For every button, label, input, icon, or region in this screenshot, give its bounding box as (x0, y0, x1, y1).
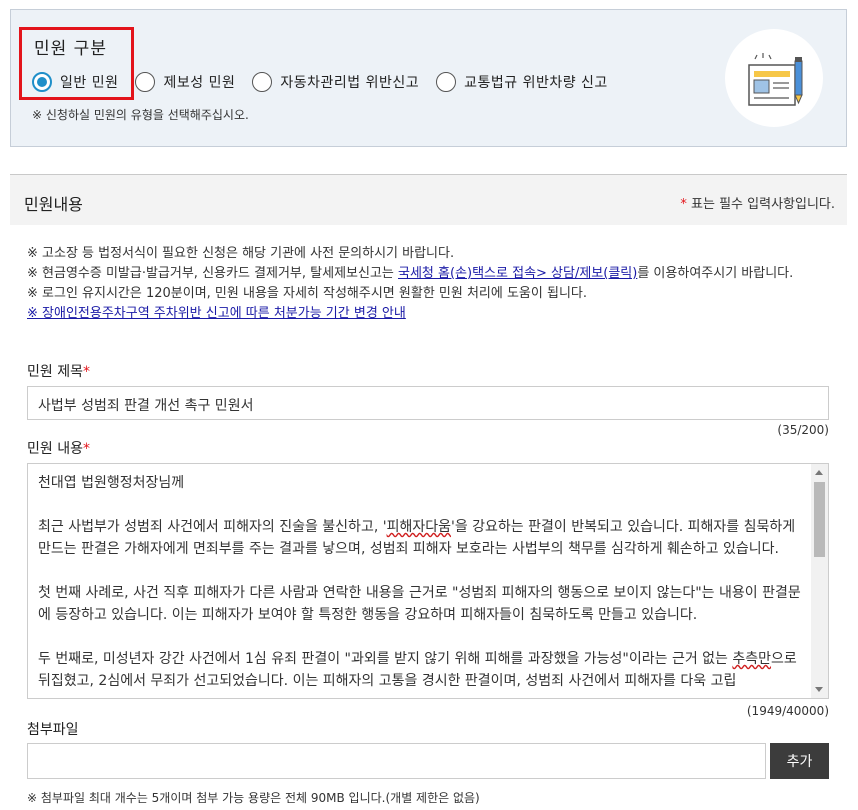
scrollbar-thumb[interactable] (814, 482, 825, 557)
radio-label: 자동차관리법 위반신고 (280, 75, 420, 91)
body-text: 두 번째로, 미성년자 강간 사건에서 1심 유죄 판결이 "과외를 받지 않기… (38, 651, 733, 667)
title-label-text: 민원 제목 (27, 364, 83, 380)
notice-line: ※ 장애인전용주차구역 주차위반 신고에 따른 처분가능 기간 변경 안내 (27, 304, 832, 324)
radio-unchecked-icon[interactable] (252, 72, 273, 92)
scroll-up-icon[interactable] (815, 470, 823, 475)
required-note-text: 표는 필수 입력사항입니다. (686, 197, 835, 212)
scroll-down-icon[interactable] (815, 687, 823, 692)
body-paragraph: 최근 사법부가 성범죄 사건에서 피해자의 진술을 불신하고, '피해자다움'을… (38, 516, 808, 560)
attachment-label: 첨부파일 (27, 722, 79, 738)
complaint-type-radio-group: 일반 민원 제보성 민원 자동차관리법 위반신고 교통법규 위반차량 신고 (32, 72, 625, 92)
radio-unchecked-icon[interactable] (135, 72, 156, 92)
body-paragraph: 두 번째로, 미성년자 강간 사건에서 1심 유죄 판결이 "과외를 받지 않기… (38, 648, 808, 692)
add-attachment-button[interactable]: 추가 (770, 743, 829, 779)
radio-report-complaint[interactable]: 제보성 민원 (135, 72, 235, 92)
notice-line: ※ 현금영수증 미발급·발급거부, 신용카드 결제거부, 탈세제보신고는 국세청… (27, 264, 832, 284)
complaint-body-textarea[interactable]: 천대엽 법원행정처장님께 최근 사법부가 성범죄 사건에서 피해자의 진술을 불… (27, 463, 829, 699)
hometax-link[interactable]: 국세청 홈(손)택스로 접속> 상담/제보(클릭) (398, 266, 637, 281)
spellcheck-word: 추측만 (732, 651, 772, 667)
notice-text: 를 이용하여주시기 바랍니다. (637, 266, 794, 281)
complaint-type-section: 민원 구분 일반 민원 제보성 민원 자동차관리법 위반신고 교통법규 위반차량… (10, 9, 847, 147)
body-field-label: 민원 내용* (27, 438, 90, 458)
notice-line: ※ 로그인 유지시간은 120분이며, 민원 내용을 자세히 작성해주시면 원활… (27, 286, 587, 301)
attachment-hint: ※ 첨부파일 최대 개수는 5개이며 첨부 가능 용량은 전체 90MB 입니다… (27, 791, 480, 805)
radio-label: 일반 민원 (60, 75, 119, 91)
radio-checked-icon[interactable] (32, 72, 52, 92)
notice-line: ※ 고소장 등 법정서식이 필요한 신청은 해당 기관에 사전 문의하시기 바랍… (27, 246, 455, 261)
required-star: * (82, 364, 90, 380)
body-text: 최근 사법부가 성범죄 사건에서 피해자의 진술을 불신하고, ' (38, 519, 387, 535)
textarea-scrollbar[interactable] (811, 464, 828, 698)
radio-label: 교통법규 위반차량 신고 (464, 75, 608, 91)
title-field-label: 민원 제목* (27, 361, 90, 381)
complaint-type-hint: ※ 신청하실 민원의 유형을 선택해주십시오. (32, 108, 249, 122)
radio-label: 제보성 민원 (163, 75, 236, 91)
body-paragraph: 천대엽 법원행정처장님께 (38, 475, 185, 491)
required-note: * 표는 필수 입력사항입니다. (680, 193, 835, 212)
title-char-counter: (35/200) (777, 423, 829, 437)
radio-traffic-violation[interactable]: 교통법규 위반차량 신고 (436, 72, 608, 92)
required-star: * (82, 441, 90, 457)
document-pen-icon (725, 29, 823, 127)
body-label-text: 민원 내용 (27, 441, 83, 457)
attachment-file-input[interactable] (27, 743, 766, 779)
disabled-parking-notice-link[interactable]: ※ 장애인전용주차구역 주차위반 신고에 따른 처분가능 기간 변경 안내 (27, 306, 406, 321)
notice-block: ※ 고소장 등 법정서식이 필요한 신청은 해당 기관에 사전 문의하시기 바랍… (27, 244, 832, 324)
radio-vehicle-act-violation[interactable]: 자동차관리법 위반신고 (252, 72, 419, 92)
body-paragraph: 첫 번째 사례로, 사건 직후 피해자가 다른 사람과 연락한 내용을 근거로 … (38, 585, 801, 623)
complaint-type-title: 민원 구분 (34, 39, 107, 59)
complaint-title-input[interactable]: 사법부 성범죄 판결 개선 촉구 민원서 (27, 386, 829, 420)
body-char-counter: (1949/40000) (746, 704, 829, 718)
notice-text: ※ 현금영수증 미발급·발급거부, 신용카드 결제거부, 탈세제보신고는 (27, 266, 399, 281)
content-section-header: 민원내용 * 표는 필수 입력사항입니다. (10, 174, 847, 225)
spellcheck-word: 피해자다움 (386, 519, 451, 535)
radio-general-complaint[interactable]: 일반 민원 (32, 72, 118, 92)
content-section-title: 민원내용 (24, 195, 83, 214)
complaint-body-text[interactable]: 천대엽 법원행정처장님께 최근 사법부가 성범죄 사건에서 피해자의 진술을 불… (38, 472, 808, 698)
radio-unchecked-icon[interactable] (436, 72, 457, 92)
